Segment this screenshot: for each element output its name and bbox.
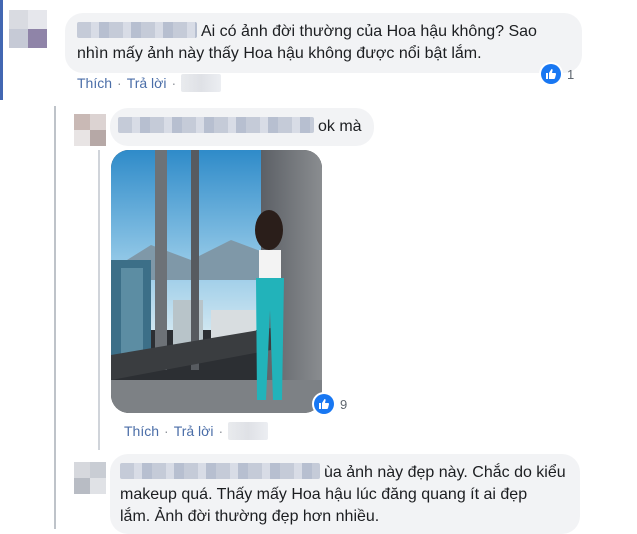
reply-bubble: ok mà: [110, 108, 374, 146]
reply-timestamp[interactable]: [228, 422, 269, 440]
comment-actions: Thích · Trả lời ·: [77, 74, 222, 92]
nested-thread-line: [98, 150, 100, 450]
reply-link[interactable]: Trả lời: [127, 75, 167, 91]
like-link[interactable]: Thích: [124, 423, 159, 439]
reaction-count: 1: [567, 66, 575, 82]
separator-dot: ·: [164, 423, 169, 439]
reply-text: ok mà: [318, 118, 362, 135]
reply-text-line: lắm. Ảnh đời thường đẹp hơn nhiều.: [120, 508, 380, 525]
replier-name[interactable]: [120, 463, 320, 479]
reply-bubble: ùa ảnh này đẹp này. Chắc do kiểu makeup …: [110, 454, 580, 534]
commenter-avatar[interactable]: [9, 10, 47, 48]
photo-image: [111, 150, 322, 413]
separator-dot: ·: [171, 75, 177, 91]
replier-avatar[interactable]: [74, 462, 106, 494]
separator-dot: ·: [117, 75, 122, 91]
comment-highlight-bar: [0, 0, 3, 100]
like-icon: [541, 64, 561, 84]
separator-dot: ·: [218, 423, 224, 439]
replier-avatar[interactable]: [74, 114, 106, 146]
photo-reactions[interactable]: 9: [314, 394, 347, 414]
reply-photo[interactable]: [111, 150, 322, 413]
reply-actions: Thích · Trả lời ·: [124, 422, 269, 440]
reply-text-line: ùa ảnh này đẹp này. Chắc do kiểu: [324, 464, 566, 481]
comment-timestamp[interactable]: [181, 74, 222, 92]
reply-text-line: makeup quá. Thấy mấy Hoa hậu lúc đăng qu…: [120, 486, 528, 503]
comment-bubble: Ai có ảnh đời thường của Hoa hậu không? …: [65, 13, 582, 73]
commenter-name[interactable]: [77, 22, 197, 38]
reaction-count: 9: [340, 396, 348, 412]
reply-link[interactable]: Trả lời: [174, 423, 214, 439]
replier-name[interactable]: [118, 117, 314, 133]
like-link[interactable]: Thích: [77, 75, 112, 91]
like-icon: [314, 394, 334, 414]
reply-thread-line: [54, 106, 56, 529]
comment-reactions[interactable]: 1: [541, 64, 574, 84]
